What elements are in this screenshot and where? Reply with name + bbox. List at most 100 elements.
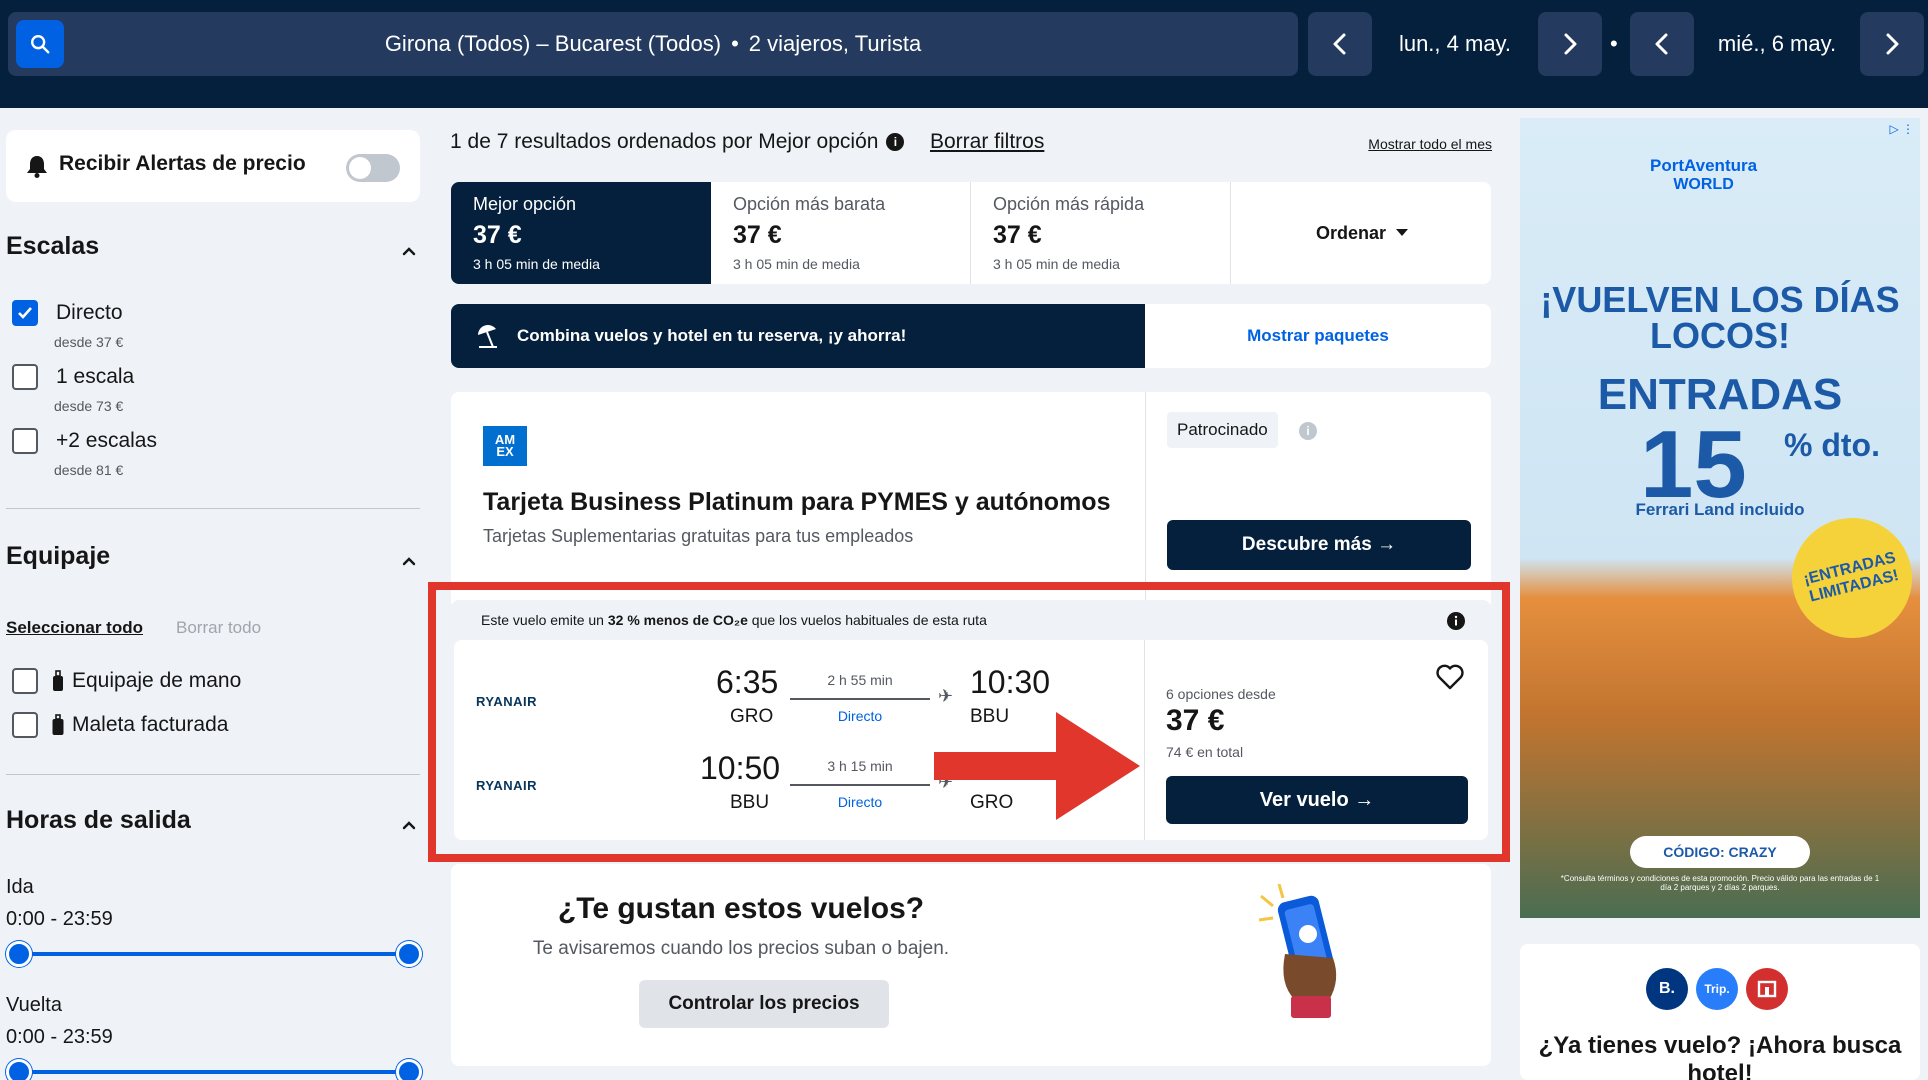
return-date[interactable]: mié., 6 may. [1696,12,1858,76]
caret-down-icon [1396,229,1409,236]
return-slider-track[interactable] [18,1070,410,1074]
hotel-partner-logos: B. Trip. [1646,968,1788,1010]
discover-more-button[interactable]: Descubre más → [1167,520,1471,570]
checkbox-one-stop[interactable] [12,364,38,390]
return-label: Vuelta [6,994,62,1016]
prev-depart-date-button[interactable] [1308,12,1372,76]
tab-fastest[interactable]: Opción más rápida 37 € 3 h 05 min de med… [971,182,1231,284]
packages-banner-text: Combina vuelos y hotel en tu reserva, ¡y… [517,326,907,345]
divider [6,508,420,509]
clear-all-baggage[interactable]: Borrar todo [176,618,261,638]
show-month-link[interactable]: Mostrar todo el mes [1368,136,1492,152]
outbound-label: Ida [6,876,34,898]
outbound-range: 0:00 - 23:59 [6,908,113,930]
trip-logo: Trip. [1696,968,1738,1010]
times-section-title[interactable]: Horas de salida [6,806,191,835]
baggage-option-label: Maleta facturada [72,713,229,736]
ad-discount-label: % dto. [1784,427,1880,463]
sponsored-ad-card[interactable]: AM EX Tarjeta Business Platinum para PYM… [451,392,1491,610]
info-icon[interactable]: i [1299,422,1317,440]
tab-title: Mejor opción [473,194,577,214]
stops-option-price: desde 37 € [54,334,124,350]
prev-return-date-button[interactable] [1630,12,1694,76]
red-arrow-icon [934,712,1140,820]
search-summary-text: Girona (Todos) – Bucarest (Todos) • 2 viaj… [384,31,922,56]
outbound-slider-max-handle[interactable] [396,941,422,967]
check-icon [18,307,32,319]
stops-option-two-plus[interactable]: +2 escalas [12,428,157,454]
outbound-slider-min-handle[interactable] [6,941,32,967]
clear-filters-link[interactable]: Borrar filtros [930,130,1044,154]
info-icon[interactable]: i [886,133,905,151]
chevron-up-icon[interactable] [402,818,416,832]
tab-best[interactable]: Mejor opción 37 € 3 h 05 min de media [451,182,711,284]
amex-logo: AM EX [483,426,527,466]
checkbox-checked-bag[interactable] [12,712,38,738]
route-text: Girona (Todos) – Bucarest (Todos) [384,31,722,56]
tab-duration: 3 h 05 min de media [993,256,1120,272]
tab-duration: 3 h 05 min de media [473,256,600,272]
tab-cheapest[interactable]: Opción más barata 37 € 3 h 05 min de med… [711,182,971,284]
hotel-promo-title: ¿Ya tienes vuelo? ¡Ahora busca hotel! [1538,1032,1902,1080]
chevron-up-icon[interactable] [402,554,416,568]
beach-umbrella-icon [478,325,497,348]
display-ad-portaventura[interactable]: ▷ ⋮ PortAventura WORLD ¡VUELVEN LOS DÍAS… [1520,118,1925,918]
filters-sidebar: Recibir Alertas de precio Escalas Direct… [6,108,422,1080]
next-depart-date-button[interactable] [1538,12,1602,76]
checkbox-direct[interactable] [12,300,38,326]
price-tracking-title: ¿Te gustan estos vuelos? [557,892,925,925]
checked-bag-icon [52,714,64,735]
cabin-bag-icon [53,670,63,691]
tab-price: 37 € [733,221,782,249]
stops-option-one[interactable]: 1 escala [12,364,134,390]
stops-option-label: Directo [56,301,123,324]
hotel-building-icon [1757,980,1777,998]
tab-duration: 3 h 05 min de media [733,256,860,272]
checkbox-cabin-bag[interactable] [12,668,38,694]
baggage-option-checked[interactable]: Maleta facturada [12,712,228,738]
chevron-left-icon [1655,33,1668,55]
depart-date[interactable]: lun., 4 may. [1374,12,1536,76]
ad-fine-print: *Consulta términos y condiciones de esta… [1560,874,1880,892]
price-tracking-card: ¿Te gustan estos vuelos? Te avisaremos c… [451,864,1491,1066]
results-main: 1 de 7 resultados ordenados por Mejor op… [428,108,1510,1080]
chevron-left-icon [1333,33,1346,55]
return-range: 0:00 - 23:59 [6,1026,113,1048]
ad-limited-badge: ¡ENTRADAS LIMITADAS! [1779,505,1925,651]
stops-section-title[interactable]: Escalas [6,232,99,261]
ad-headline: ¡VUELVEN LOS DÍAS LOCOS! [1540,279,1900,356]
chevron-up-icon[interactable] [402,244,416,258]
bell-icon [27,156,47,178]
checkbox-two-plus[interactable] [12,428,38,454]
tab-price: 37 € [473,221,522,249]
price-tracking-subtitle: Te avisaremos cuando los precios suban o… [532,938,950,959]
brand-line2: WORLD [1673,176,1734,193]
ad-choices-icon[interactable]: ▷ ⋮ [1889,122,1914,136]
outbound-slider-track[interactable] [18,952,410,956]
search-summary-pill[interactable]: Girona (Todos) – Bucarest (Todos) • 2 viaj… [8,12,1298,76]
show-packages-button[interactable]: Mostrar paquetes [1145,304,1491,368]
next-return-date-button[interactable] [1860,12,1924,76]
sort-dropdown[interactable]: Ordenar [1233,182,1491,284]
baggage-section-title[interactable]: Equipaje [6,542,110,571]
price-alert-toggle[interactable] [346,154,400,182]
top-search-bar: Girona (Todos) – Bucarest (Todos) • 2 viaj… [0,0,1928,108]
return-slider-max-handle[interactable] [396,1059,422,1080]
return-slider-min-handle[interactable] [6,1059,32,1080]
baggage-option-cabin[interactable]: Equipaje de mano [12,668,241,694]
hotel-promo-card[interactable]: B. Trip. ¿Ya tienes vuelo? ¡Ahora busca … [1520,944,1920,1080]
results-summary: 1 de 7 resultados ordenados por Mejor op… [450,130,905,154]
stops-option-label: 1 escala [56,365,135,388]
ad-subtitle: Tarjetas Suplementarias gratuitas para t… [483,526,914,546]
portaventura-logo: PortAventura WORLD [1650,156,1757,194]
track-prices-button[interactable]: Controlar los precios [639,980,889,1028]
stops-option-direct[interactable]: Directo [12,300,123,326]
baggage-option-label: Equipaje de mano [72,669,242,692]
packages-banner: Combina vuelos y hotel en tu reserva, ¡y… [451,304,1491,368]
date-separator: • [1610,31,1618,56]
stops-option-label: +2 escalas [56,429,157,452]
stops-option-price: desde 73 € [54,398,124,414]
divider [1145,392,1146,610]
tab-title: Opción más barata [733,194,886,214]
select-all-baggage[interactable]: Seleccionar todo [6,618,143,638]
